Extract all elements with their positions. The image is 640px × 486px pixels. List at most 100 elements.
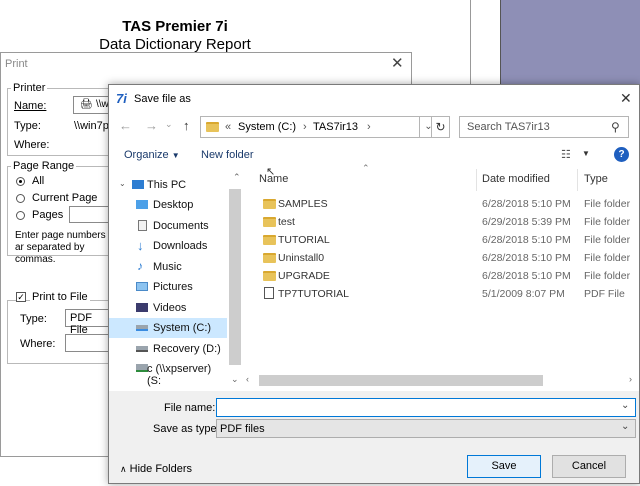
search-box[interactable]: Search TAS7ir13 ⚲: [459, 116, 629, 138]
new-folder-button[interactable]: New folder: [201, 149, 254, 161]
range-pages-radio[interactable]: [16, 211, 25, 220]
file-row[interactable]: TP7TUTORIAL 5/1/2009 8:07 PM PDF File: [257, 285, 629, 303]
file-name: test: [278, 216, 295, 228]
range-help-text: Enter page numbers ar separated by comma…: [15, 230, 106, 265]
back-arrow-icon[interactable]: ←: [119, 118, 132, 133]
drive-icon: [136, 346, 148, 352]
file-date: 6/29/2018 5:39 PM: [482, 216, 571, 228]
range-pages-input[interactable]: [69, 206, 111, 223]
scroll-right-icon[interactable]: ›: [629, 374, 632, 384]
printer-name-label: Name:: [14, 100, 47, 112]
column-date-header[interactable]: Date modified: [482, 173, 550, 185]
tree-item-system-c[interactable]: System (C:): [109, 318, 227, 338]
save-as-type-select[interactable]: PDF files ⌄: [216, 419, 636, 438]
chevron-down-icon[interactable]: ⌄: [621, 421, 629, 432]
column-type-header[interactable]: Type: [584, 173, 608, 185]
file-date: 6/28/2018 5:10 PM: [482, 198, 571, 210]
ptf-where-label: Where:: [20, 338, 56, 350]
nav-scrollbar-thumb[interactable]: [229, 189, 241, 365]
ptf-where-input[interactable]: [65, 334, 111, 352]
tree-item-pictures[interactable]: Pictures: [109, 277, 227, 297]
tree-item-recovery-d[interactable]: Recovery (D:): [109, 339, 227, 359]
tree-item-network-drive[interactable]: c (\\xpserver) (S:: [109, 359, 227, 387]
file-name: UPGRADE: [278, 270, 330, 282]
address-segment-drive[interactable]: System (C:): [238, 121, 296, 133]
recent-chevron-icon[interactable]: ⌄: [165, 119, 173, 130]
range-all-label: All: [32, 175, 45, 187]
file-type: PDF File: [584, 288, 625, 300]
address-bar[interactable]: « System (C:) › TAS7ir13 ›: [200, 116, 420, 138]
hide-folders-button[interactable]: ∧ Hide Folders: [120, 463, 192, 475]
help-icon[interactable]: ?: [614, 147, 629, 162]
folder-icon: [263, 271, 276, 281]
file-name: TUTORIAL: [278, 234, 330, 246]
range-pages-label: Pages: [32, 209, 64, 221]
pc-icon: [132, 180, 144, 189]
scroll-left-icon[interactable]: ‹: [246, 374, 249, 384]
print-titlebar[interactable]: Print ✕: [1, 53, 411, 75]
chevron-up-icon[interactable]: ⌃: [233, 172, 241, 183]
chevron-down-icon[interactable]: ⌄: [231, 374, 239, 385]
documents-icon: [138, 220, 147, 231]
file-row[interactable]: test 6/29/2018 5:39 PM File folder: [257, 213, 630, 231]
print-to-file-label: Print to File: [30, 291, 90, 303]
file-date: 6/28/2018 5:10 PM: [482, 252, 571, 264]
file-row[interactable]: Uninstall0 6/28/2018 5:10 PM File folder: [257, 249, 631, 267]
range-current-radio[interactable]: [16, 194, 25, 203]
file-name: TP7TUTORIAL: [278, 288, 349, 300]
save-button[interactable]: Save: [467, 455, 541, 478]
address-overflow[interactable]: «: [225, 121, 231, 133]
printer-name-select[interactable]: 🖨 \\w: [73, 96, 113, 114]
folder-icon: [263, 253, 276, 263]
ptf-type-value: PDF File: [70, 312, 92, 336]
file-name-label: File name:: [164, 402, 216, 414]
tree-item-documents[interactable]: Documents: [109, 216, 227, 236]
close-icon[interactable]: ✕: [391, 54, 404, 72]
tree-item-this-pc[interactable]: ⌄ This PC: [109, 175, 227, 195]
cancel-button[interactable]: Cancel: [552, 455, 626, 478]
desktop-icon: [136, 200, 148, 209]
file-list-scrollbar-thumb[interactable]: [259, 375, 543, 386]
search-input[interactable]: Search TAS7ir13: [467, 121, 550, 133]
chevron-down-icon[interactable]: ▼: [582, 149, 590, 158]
tree-item-music[interactable]: ♪ Music: [109, 257, 227, 277]
tree-label: Documents: [153, 220, 209, 232]
chevron-up-icon: ∧: [120, 464, 127, 474]
close-icon[interactable]: ✕: [620, 90, 632, 107]
chevron-down-icon[interactable]: ⌄: [119, 179, 126, 188]
range-all-radio[interactable]: [16, 177, 25, 186]
up-arrow-icon[interactable]: ↑: [183, 118, 190, 133]
tree-item-downloads[interactable]: ↓ Downloads: [109, 236, 227, 256]
save-titlebar[interactable]: 7i Save file as ✕: [109, 85, 639, 111]
tree-label: Downloads: [153, 240, 208, 252]
tree-label: Recovery (D:): [153, 343, 221, 355]
ptf-type-select[interactable]: PDF File: [65, 309, 111, 336]
address-separator[interactable]: ›: [367, 121, 371, 133]
column-divider[interactable]: [476, 169, 477, 191]
address-separator[interactable]: ›: [303, 121, 307, 133]
print-to-file-checkbox[interactable]: ✓: [16, 292, 26, 302]
save-file-dialog: 7i Save file as ✕ ← → ⌄ ↑ « System (C:) …: [108, 84, 640, 484]
view-options-icon[interactable]: ☷: [561, 148, 571, 161]
hide-folders-label: Hide Folders: [129, 463, 193, 475]
file-row[interactable]: TUTORIAL 6/28/2018 5:10 PM File folder: [257, 231, 630, 249]
organize-button[interactable]: Organize ▼: [124, 149, 180, 161]
file-row[interactable]: UPGRADE 6/28/2018 5:10 PM File folder: [257, 267, 631, 285]
downloads-icon: ↓: [137, 238, 144, 253]
file-name: Uninstall0: [278, 252, 325, 264]
column-divider[interactable]: [577, 169, 578, 191]
file-list: SAMPLES 6/28/2018 5:10 PM File folder te…: [257, 195, 631, 310]
printer-type-label: Type:: [14, 120, 41, 132]
file-type: File folder: [584, 270, 631, 282]
app-logo-icon: 7i: [116, 91, 127, 106]
file-name-input[interactable]: ⌄: [216, 398, 636, 417]
folder-icon: [263, 235, 276, 245]
forward-arrow-icon[interactable]: →: [145, 118, 158, 133]
file-type: File folder: [584, 252, 631, 264]
address-segment-folder[interactable]: TAS7ir13: [313, 121, 358, 133]
file-row[interactable]: SAMPLES 6/28/2018 5:10 PM File folder: [257, 195, 630, 213]
tree-item-videos[interactable]: Videos: [109, 298, 227, 318]
tree-item-desktop[interactable]: Desktop: [109, 195, 227, 215]
chevron-down-icon[interactable]: ⌄: [621, 400, 629, 411]
refresh-button[interactable]: ↻: [431, 116, 450, 138]
